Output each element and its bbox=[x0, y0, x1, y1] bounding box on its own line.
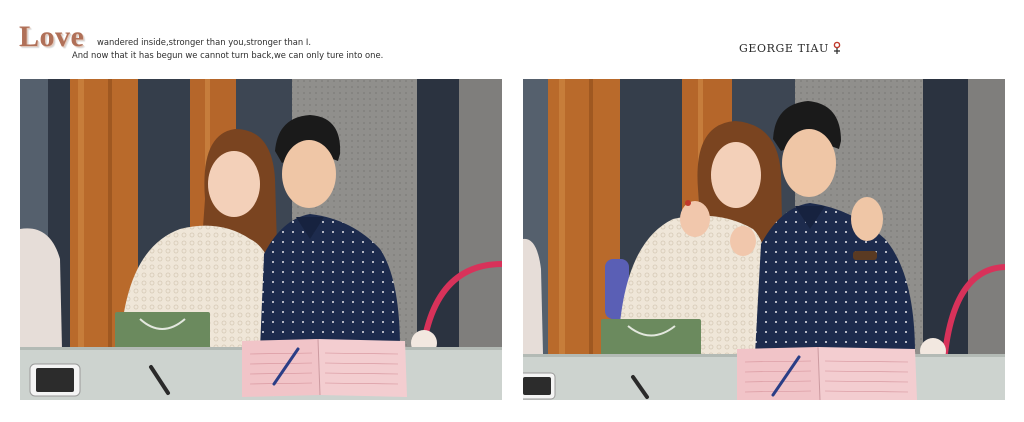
brand-logo: GEORGE TIAU bbox=[739, 38, 842, 58]
page-header: Love wandered inside,stronger than you,s… bbox=[0, 0, 1024, 78]
tagline-line-1: wandered inside,stronger than you,strong… bbox=[97, 37, 311, 47]
brand-logo-text: GEORGE TIAU bbox=[739, 41, 829, 55]
love-tagline: wandered inside,stronger than you,strong… bbox=[72, 36, 383, 62]
couple-photo-finger-hearts bbox=[523, 79, 1005, 400]
couple-photo-smiling bbox=[20, 79, 502, 400]
georgetiau-logo-icon bbox=[833, 41, 841, 54]
tagline-line-2: And now that it has begun we cannot turn… bbox=[72, 50, 384, 60]
